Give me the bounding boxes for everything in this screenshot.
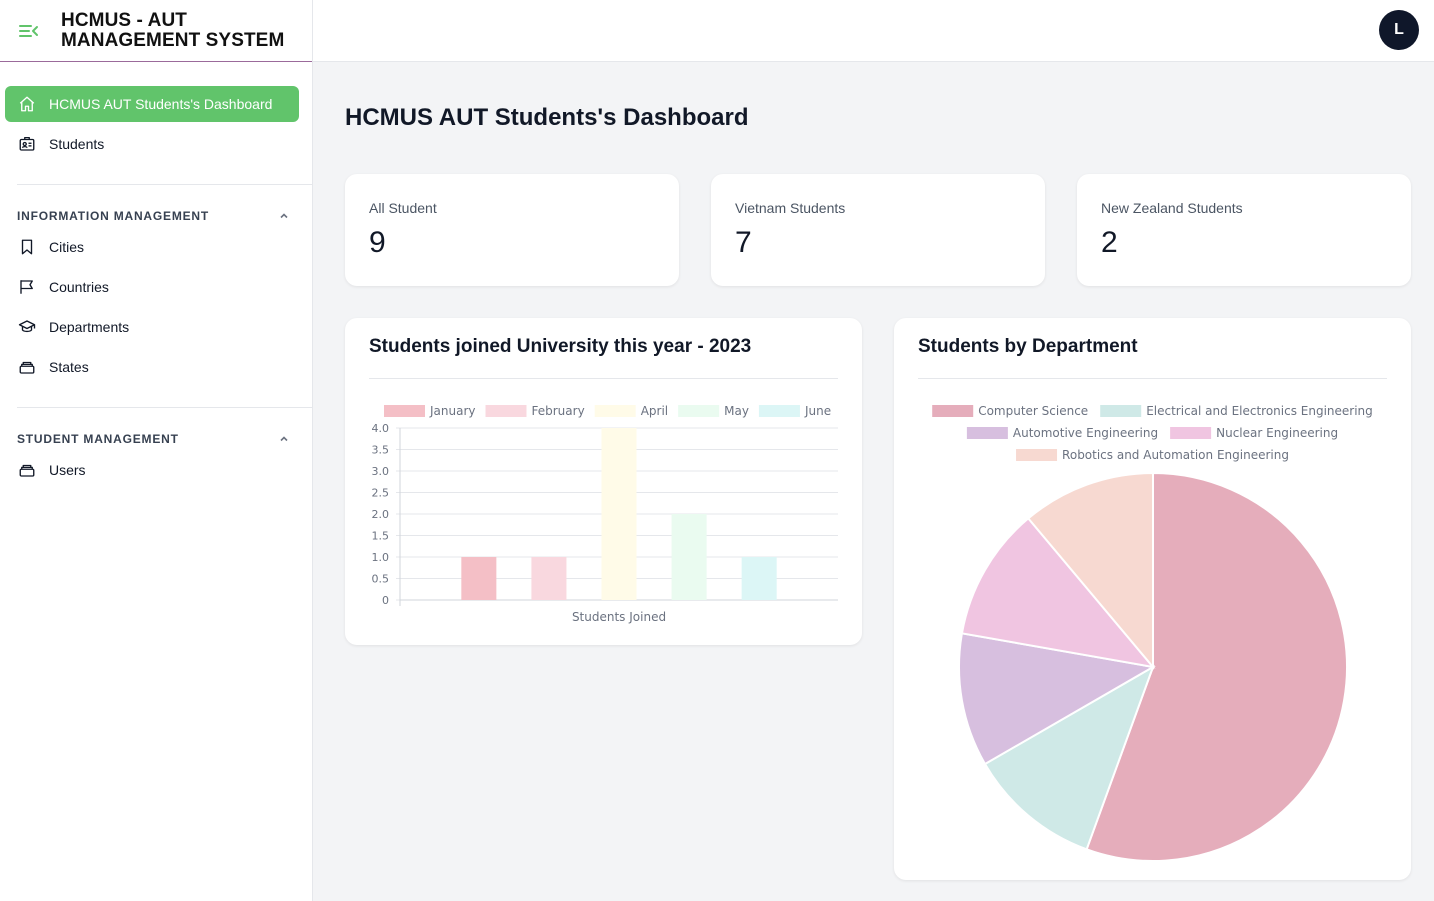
stat-label: New Zealand Students xyxy=(1101,200,1243,216)
sidebar-item-countries[interactable]: Countries xyxy=(5,269,299,305)
id-card-icon xyxy=(18,135,36,153)
legend-swatch xyxy=(594,405,636,417)
flag-icon xyxy=(18,278,36,296)
bar-may xyxy=(671,514,707,600)
legend-label: Nuclear Engineering xyxy=(1216,426,1338,440)
section-title: INFORMATION MANAGEMENT xyxy=(17,209,210,223)
sidebar-item-students[interactable]: Students xyxy=(5,126,299,162)
stack-icon xyxy=(18,358,36,376)
y-tick-label: 2.5 xyxy=(372,487,390,500)
section-header[interactable]: STUDENT MANAGEMENT xyxy=(5,408,312,452)
x-axis-title: Students Joined xyxy=(572,610,666,624)
stack-icon xyxy=(18,461,36,479)
y-tick-label: 0 xyxy=(382,594,389,607)
students-joined-chart-card: Students joined University this year - 2… xyxy=(345,318,862,645)
app-title: HCMUS - AUT MANAGEMENT SYSTEM xyxy=(61,9,285,51)
sidebar-item-label: Cities xyxy=(49,239,85,255)
section-header[interactable]: INFORMATION MANAGEMENT xyxy=(5,185,312,229)
home-icon xyxy=(18,95,36,113)
page-title: HCMUS AUT Students's Dashboard xyxy=(345,104,749,131)
sidebar-item-users[interactable]: Users xyxy=(5,452,299,488)
students-by-department-card: Students by Department Computer Science E… xyxy=(894,318,1411,880)
bar-chart: January February April May June 0 0.5 1.0 1.5 2.0… xyxy=(372,404,838,624)
legend-label: May xyxy=(724,404,749,418)
sidebar-item-cities[interactable]: Cities xyxy=(5,229,299,265)
y-tick-label: 3.0 xyxy=(372,465,390,478)
sidebar-item-label: HCMUS AUT Students's Dashboard xyxy=(49,96,273,112)
topbar: L xyxy=(313,0,1434,62)
y-tick-label: 2.0 xyxy=(372,508,390,521)
legend-label: Computer Science xyxy=(978,404,1088,418)
sidebar-item-departments[interactable]: Departments xyxy=(5,309,299,345)
main-content: HCMUS AUT Students's Dashboard All Stude… xyxy=(313,62,1434,901)
legend-label: Automotive Engineering xyxy=(1013,426,1158,440)
pie-chart: Computer Science Electrical and Electroni… xyxy=(932,404,1373,862)
legend-label: January xyxy=(429,404,476,418)
stat-label: All Student xyxy=(369,200,437,216)
legend-swatch xyxy=(758,405,800,417)
legend-swatch xyxy=(485,405,527,417)
legend-swatch xyxy=(384,405,425,417)
stat-value: 2 xyxy=(1101,226,1118,259)
legend-label: Electrical and Electronics Engineering xyxy=(1146,404,1373,418)
section-information-management: INFORMATION MANAGEMENT Cities Countries xyxy=(0,185,312,385)
y-tick-label: 0.5 xyxy=(372,573,390,586)
graduation-cap-icon xyxy=(18,318,36,336)
section-title: STUDENT MANAGEMENT xyxy=(17,432,179,446)
section-student-management: STUDENT MANAGEMENT Users xyxy=(0,408,312,488)
sidebar: HCMUS - AUT MANAGEMENT SYSTEM HCMUS AUT … xyxy=(0,0,313,901)
legend-swatch xyxy=(1016,449,1058,461)
legend-swatch xyxy=(678,405,720,417)
bar-june xyxy=(741,557,777,600)
legend-swatch xyxy=(932,405,974,417)
bar-january xyxy=(461,557,497,600)
legend-swatch xyxy=(966,427,1008,439)
legend-swatch xyxy=(1170,427,1212,439)
stat-card-new-zealand-students: New Zealand Students 2 xyxy=(1077,174,1411,286)
y-tick-label: 4.0 xyxy=(372,422,390,435)
sidebar-item-dashboard[interactable]: HCMUS AUT Students's Dashboard xyxy=(5,86,299,122)
stat-label: Vietnam Students xyxy=(735,200,846,216)
legend-label: Robotics and Automation Engineering xyxy=(1062,448,1289,462)
y-tick-label: 3.5 xyxy=(372,444,390,457)
y-tick-label: 1.5 xyxy=(372,530,390,543)
stat-value: 9 xyxy=(369,226,386,259)
menu-collapse-icon[interactable] xyxy=(18,20,40,42)
brand-header: HCMUS - AUT MANAGEMENT SYSTEM xyxy=(0,0,312,62)
stat-card-all-students: All Student 9 xyxy=(345,174,679,286)
chevron-up-icon xyxy=(278,210,290,222)
sidebar-item-states[interactable]: States xyxy=(5,349,299,385)
legend-label: June xyxy=(804,404,831,418)
bar-february xyxy=(531,557,567,600)
bookmark-icon xyxy=(18,238,36,256)
avatar[interactable]: L xyxy=(1379,10,1419,50)
sidebar-item-label: States xyxy=(49,359,89,375)
y-tick-label: 1.0 xyxy=(372,551,390,564)
legend-label: April xyxy=(641,404,668,418)
sidebar-item-label: Departments xyxy=(49,319,130,335)
sidebar-item-label: Countries xyxy=(49,279,109,295)
stat-value: 7 xyxy=(735,226,752,259)
legend-label: February xyxy=(532,404,585,418)
stat-card-vietnam-students: Vietnam Students 7 xyxy=(711,174,1045,286)
sidebar-item-label: Students xyxy=(49,136,105,152)
legend-swatch xyxy=(1100,405,1142,417)
bar-april xyxy=(601,428,637,600)
chevron-up-icon xyxy=(278,433,290,445)
sidebar-item-label: Users xyxy=(49,462,86,478)
